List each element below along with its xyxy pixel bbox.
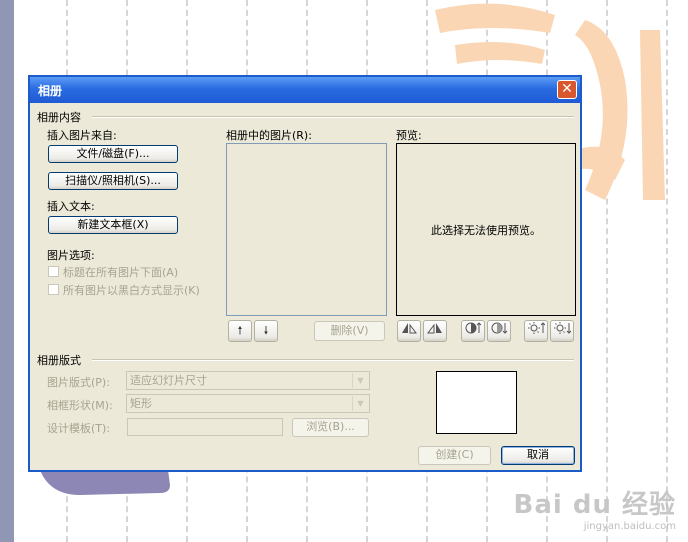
insert-picture-from-label: 插入图片来自: bbox=[47, 129, 117, 142]
arrow-up-icon: 🠕 bbox=[237, 324, 243, 337]
title-bar[interactable]: 相册 ✕ bbox=[30, 77, 580, 103]
design-template-field[interactable] bbox=[127, 418, 283, 436]
picture-layout-value: 适应幻灯片尺寸 bbox=[130, 374, 207, 387]
rotate-right-icon bbox=[427, 323, 442, 334]
section-divider bbox=[92, 116, 574, 118]
brightness-down-icon bbox=[554, 322, 572, 334]
section-divider bbox=[92, 359, 574, 361]
cancel-button[interactable]: 取消 bbox=[501, 446, 575, 465]
album-content-section-label: 相册内容 bbox=[37, 111, 81, 124]
picture-layout-select[interactable]: 适应幻灯片尺寸 ▼ bbox=[126, 371, 370, 390]
chevron-down-icon: ▼ bbox=[352, 373, 368, 388]
album-layout-section-label: 相册版式 bbox=[37, 354, 81, 367]
contrast-up-icon bbox=[465, 322, 482, 334]
more-contrast-button[interactable] bbox=[461, 320, 485, 342]
rotate-left-button[interactable] bbox=[397, 320, 421, 342]
chevron-down-icon: ▼ bbox=[352, 396, 368, 411]
brightness-up-icon bbox=[528, 322, 546, 334]
picture-options-label: 图片选项: bbox=[47, 249, 95, 262]
rotate-right-button[interactable] bbox=[423, 320, 447, 342]
arrow-down-icon: 🠗 bbox=[263, 324, 269, 337]
create-button[interactable]: 创建(C) bbox=[418, 446, 491, 465]
black-white-label: 所有图片以黑白方式显示(K) bbox=[63, 284, 200, 297]
scanner-camera-button[interactable]: 扫描仪/照相机(S)... bbox=[48, 172, 178, 190]
background-purple-decoration bbox=[40, 470, 170, 495]
file-disk-button[interactable]: 文件/磁盘(F)... bbox=[48, 145, 178, 163]
insert-text-label: 插入文本: bbox=[47, 200, 95, 213]
new-text-box-button[interactable]: 新建文本框(X) bbox=[48, 216, 178, 234]
watermark-brand: Bai du 经验 bbox=[513, 490, 676, 520]
less-brightness-button[interactable] bbox=[550, 320, 574, 342]
frame-shape-value: 矩形 bbox=[130, 397, 152, 410]
black-white-checkbox[interactable] bbox=[48, 284, 59, 295]
captions-below-checkbox[interactable] bbox=[48, 266, 59, 277]
layout-preview-thumbnail bbox=[436, 371, 517, 434]
design-template-label: 设计模板(T): bbox=[47, 422, 111, 435]
frame-shape-label: 相框形状(M): bbox=[47, 399, 113, 412]
browse-button[interactable]: 浏览(B)... bbox=[292, 418, 369, 437]
dialog-title: 相册 bbox=[38, 84, 63, 98]
window-left-strip bbox=[0, 0, 14, 542]
less-contrast-button[interactable] bbox=[487, 320, 511, 342]
frame-shape-select[interactable]: 矩形 ▼ bbox=[126, 394, 370, 413]
preview-message: 此选择无法使用预览。 bbox=[431, 224, 541, 237]
picture-layout-label: 图片版式(P): bbox=[47, 376, 110, 389]
photo-album-dialog: 相册 ✕ 相册内容 插入图片来自: 文件/磁盘(F)... 扫描仪/照相机(S)… bbox=[28, 75, 582, 472]
preview-pane: 此选择无法使用预览。 bbox=[396, 143, 576, 316]
close-icon: ✕ bbox=[561, 81, 573, 97]
watermark-url: jingyan.baidu.com bbox=[583, 521, 676, 532]
pictures-in-album-label: 相册中的图片(R): bbox=[226, 129, 312, 142]
preview-label: 预览: bbox=[396, 129, 422, 142]
captions-below-label: 标题在所有图片下面(A) bbox=[63, 266, 179, 279]
more-brightness-button[interactable] bbox=[524, 320, 548, 342]
pictures-in-album-list[interactable] bbox=[226, 143, 387, 316]
delete-button[interactable]: 删除(V) bbox=[314, 321, 385, 341]
rotate-left-icon bbox=[402, 323, 417, 334]
close-button[interactable]: ✕ bbox=[557, 80, 577, 99]
move-down-button[interactable]: 🠗 bbox=[254, 320, 278, 342]
contrast-down-icon bbox=[491, 322, 508, 334]
baidu-watermark: Bai du 经验 jingyan.baidu.com bbox=[506, 484, 677, 534]
move-up-button[interactable]: 🠕 bbox=[228, 320, 252, 342]
